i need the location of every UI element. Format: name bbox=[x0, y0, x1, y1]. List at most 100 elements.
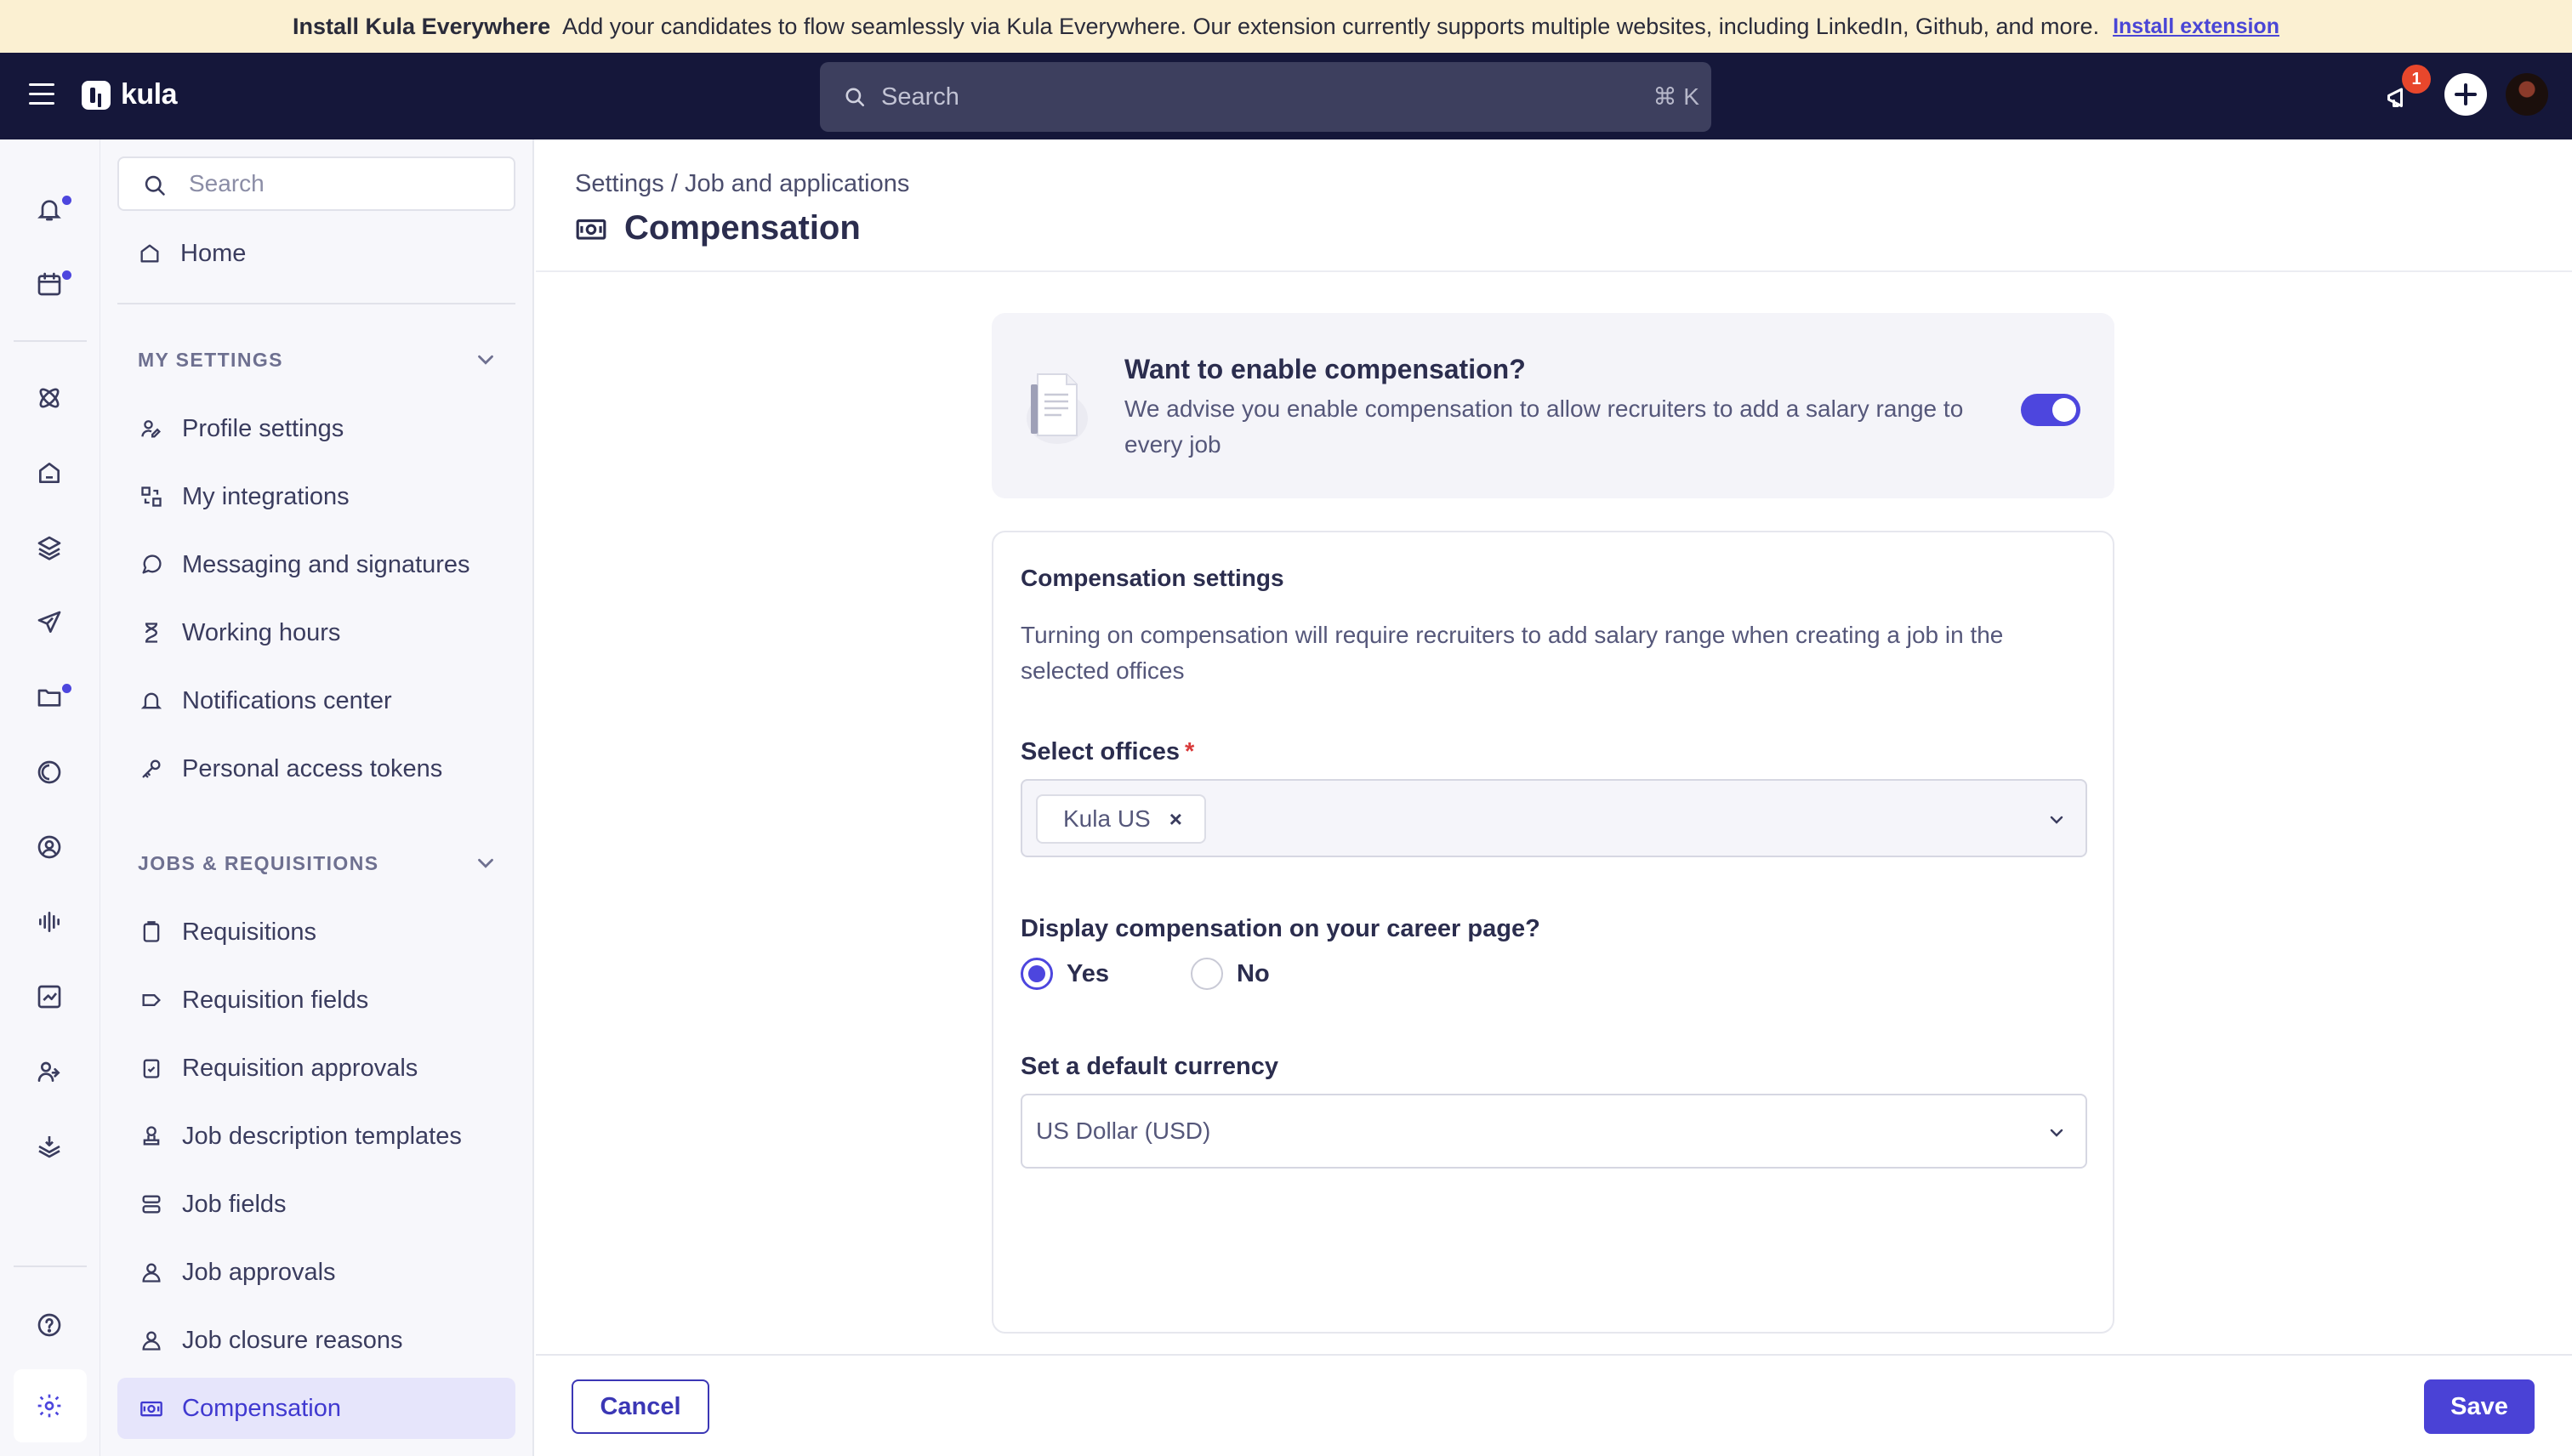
sidebar-divider bbox=[117, 303, 515, 304]
sidebar-item-home[interactable]: Home bbox=[117, 223, 515, 284]
sidebar-item-notifications-center[interactable]: Notifications center bbox=[117, 670, 515, 731]
offices-label-text: Select offices bbox=[1021, 738, 1180, 765]
sidebar-item-label: Personal access tokens bbox=[182, 754, 443, 782]
radio-no[interactable] bbox=[1191, 958, 1223, 990]
remove-chip-icon[interactable]: × bbox=[1169, 806, 1182, 833]
chevron-down-icon[interactable] bbox=[473, 347, 498, 373]
sidebar-item-job-fields[interactable]: Job fields bbox=[117, 1174, 515, 1235]
search-icon bbox=[845, 88, 865, 107]
enable-description: We advise you enable compensation to all… bbox=[1124, 395, 1964, 458]
folder-icon[interactable] bbox=[32, 680, 71, 714]
hourglass-icon bbox=[138, 619, 165, 646]
rail-divider bbox=[14, 340, 87, 342]
megaphone-button[interactable]: 1 bbox=[2383, 65, 2431, 116]
unread-dot bbox=[62, 684, 71, 693]
sidebar-item-profile-settings[interactable]: Profile settings bbox=[117, 398, 515, 459]
save-button[interactable]: Save bbox=[2424, 1379, 2535, 1434]
sidebar-item-access-tokens[interactable]: Personal access tokens bbox=[117, 738, 515, 799]
sidebar-item-label: Home bbox=[180, 239, 247, 267]
currency-select[interactable]: US Dollar (USD) bbox=[1021, 1094, 2087, 1169]
home-icon bbox=[136, 240, 163, 267]
radio-yes-label[interactable]: Yes bbox=[1067, 960, 1109, 988]
sidebar-item-requisitions[interactable]: Requisitions bbox=[117, 901, 515, 963]
avatar[interactable] bbox=[2506, 73, 2548, 116]
layers-icon[interactable] bbox=[32, 531, 66, 565]
sidebar-item-label: Notifications center bbox=[182, 686, 392, 714]
sidebar-item-messaging[interactable]: Messaging and signatures bbox=[117, 534, 515, 595]
atom-icon[interactable] bbox=[32, 381, 66, 415]
settings-title: Compensation settings bbox=[1021, 565, 1284, 591]
page-header: Compensation bbox=[575, 209, 861, 247]
compensation-settings-card: Compensation settings Turning on compens… bbox=[992, 531, 2114, 1334]
radio-yes[interactable] bbox=[1021, 958, 1053, 990]
clipboard-check-icon bbox=[138, 1055, 165, 1082]
breadcrumb[interactable]: Settings / Job and applications bbox=[575, 170, 909, 198]
unread-dot bbox=[62, 196, 71, 205]
sidebar-item-label: Job approvals bbox=[182, 1258, 336, 1286]
audio-wave-icon[interactable] bbox=[32, 905, 66, 939]
user-edit-icon bbox=[138, 415, 165, 442]
nav-actions: 1 bbox=[2383, 65, 2548, 116]
section-jobs-requisitions[interactable]: JOBS & REQUISITIONS bbox=[138, 852, 378, 875]
notification-badge: 1 bbox=[2402, 65, 2431, 94]
home-icon[interactable] bbox=[32, 456, 66, 490]
menu-icon[interactable] bbox=[29, 83, 54, 107]
sidebar-item-label: My integrations bbox=[182, 482, 350, 510]
sidebar-item-job-approvals[interactable]: Job approvals bbox=[117, 1242, 515, 1303]
section-my-settings[interactable]: MY SETTINGS bbox=[138, 349, 283, 372]
users-icon[interactable] bbox=[32, 1055, 66, 1089]
enable-compensation-card: Want to enable compensation? We advise y… bbox=[992, 313, 2114, 498]
integrations-icon bbox=[138, 483, 165, 510]
display-label: Display compensation on your career page… bbox=[1021, 915, 1540, 942]
brand-logo[interactable]: kula bbox=[82, 78, 178, 111]
half-circle-icon[interactable] bbox=[32, 755, 66, 789]
calendar-icon[interactable] bbox=[32, 267, 71, 301]
sidebar-item-label: Messaging and signatures bbox=[182, 550, 470, 578]
chevron-down-icon[interactable] bbox=[2046, 810, 2067, 830]
chevron-down-icon[interactable] bbox=[2046, 1123, 2067, 1143]
sidebar-item-label: Compensation bbox=[182, 1394, 341, 1422]
header-divider bbox=[536, 270, 2572, 272]
unread-dot bbox=[62, 270, 71, 280]
offices-select[interactable]: Kula US × bbox=[1021, 779, 2087, 857]
user-circle-icon[interactable] bbox=[32, 830, 66, 864]
global-search-input[interactable] bbox=[881, 82, 1562, 111]
search-icon bbox=[145, 175, 165, 196]
sidebar-item-compensation[interactable]: Compensation bbox=[117, 1378, 515, 1439]
sidebar-search[interactable] bbox=[117, 156, 515, 211]
money-icon bbox=[138, 1395, 165, 1422]
install-banner: Install Kula Everywhere Add your candida… bbox=[0, 0, 2572, 53]
document-illustration-icon bbox=[1027, 373, 1088, 444]
radio-no-label[interactable]: No bbox=[1237, 960, 1270, 988]
user-x-icon bbox=[138, 1327, 165, 1354]
office-chip: Kula US × bbox=[1036, 794, 1206, 844]
sidebar-item-job-closure-reasons[interactable]: Job closure reasons bbox=[117, 1310, 515, 1371]
global-search[interactable]: ⌘ K bbox=[820, 62, 1711, 132]
sidebar-item-label: Job closure reasons bbox=[182, 1326, 403, 1354]
form-icon bbox=[138, 1191, 165, 1218]
sidebar-item-working-hours[interactable]: Working hours bbox=[117, 602, 515, 663]
user-check-icon bbox=[138, 1259, 165, 1286]
chevron-down-icon[interactable] bbox=[473, 850, 498, 876]
cancel-button[interactable]: Cancel bbox=[572, 1379, 709, 1434]
help-icon[interactable] bbox=[32, 1308, 66, 1342]
install-extension-link[interactable]: Install extension bbox=[2113, 14, 2279, 39]
sidebar-item-my-integrations[interactable]: My integrations bbox=[117, 466, 515, 527]
required-mark: * bbox=[1184, 738, 1195, 765]
gear-icon[interactable] bbox=[32, 1389, 66, 1423]
sidebar-item-label: Profile settings bbox=[182, 414, 344, 442]
add-button[interactable] bbox=[2444, 73, 2487, 116]
sidebar-item-requisition-approvals[interactable]: Requisition approvals bbox=[117, 1038, 515, 1099]
download-stack-icon[interactable] bbox=[32, 1129, 66, 1163]
brand-name: kula bbox=[121, 78, 178, 111]
sidebar-item-label: Requisitions bbox=[182, 918, 316, 946]
sidebar-item-job-description-templates[interactable]: Job description templates bbox=[117, 1106, 515, 1167]
compensation-toggle[interactable] bbox=[2021, 394, 2080, 426]
banner-message: Add your candidates to flow seamlessly v… bbox=[562, 13, 2100, 39]
sidebar-search-input[interactable] bbox=[189, 170, 495, 197]
sidebar-item-requisition-fields[interactable]: Requisition fields bbox=[117, 970, 515, 1031]
clipboard-icon bbox=[138, 919, 165, 946]
send-icon[interactable] bbox=[32, 606, 66, 640]
chart-icon[interactable] bbox=[32, 980, 66, 1014]
bell-icon[interactable] bbox=[32, 192, 71, 226]
